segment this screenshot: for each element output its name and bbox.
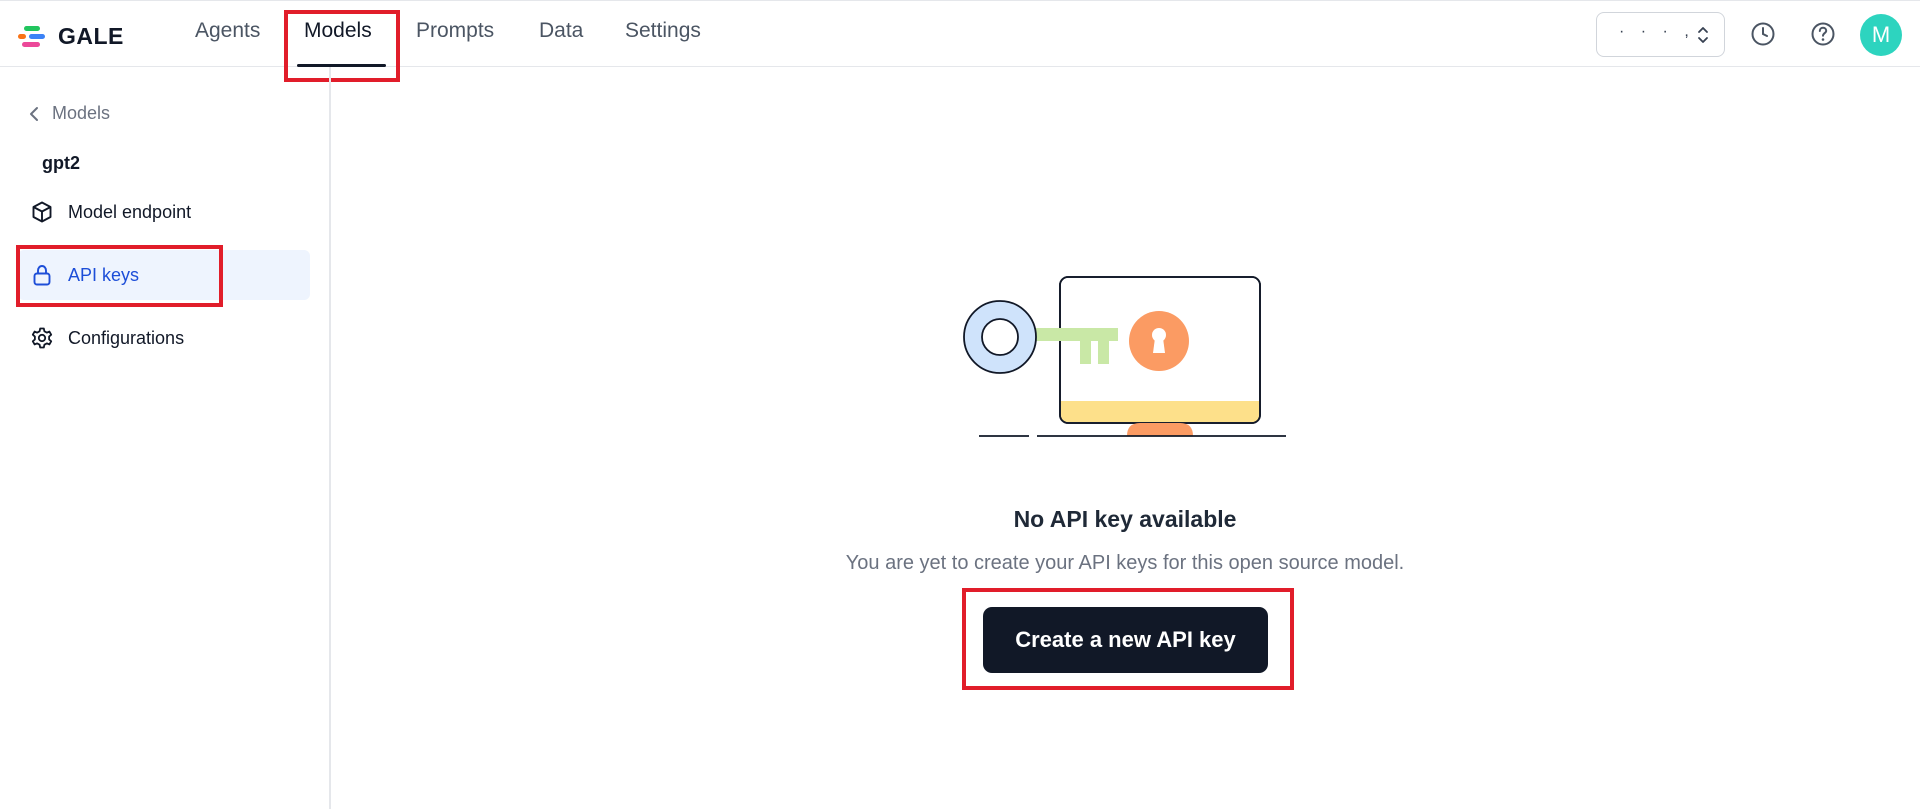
help-icon[interactable] <box>1809 20 1837 48</box>
chevron-up-down-icon <box>1698 27 1708 43</box>
sidebar-item-model-endpoint[interactable]: Model endpoint <box>18 187 310 237</box>
api-key-empty-illustration <box>963 276 1286 437</box>
create-api-key-button[interactable]: Create a new API key <box>983 607 1268 673</box>
gale-logo-icon <box>18 25 48 48</box>
history-icon[interactable] <box>1749 20 1777 48</box>
tab-models[interactable]: Models <box>304 19 372 43</box>
sidebar-item-api-keys[interactable]: API keys <box>18 250 310 300</box>
workspace-selector-value: · · · , <box>1619 23 1695 40</box>
app-logo[interactable]: GALE <box>18 23 124 50</box>
tab-agents[interactable]: Agents <box>195 19 260 43</box>
workspace-selector[interactable]: · · · , <box>1596 12 1725 57</box>
logo-text: GALE <box>58 23 124 49</box>
tab-prompts[interactable]: Prompts <box>416 19 494 43</box>
tab-data[interactable]: Data <box>539 19 583 43</box>
lock-icon <box>33 265 51 286</box>
model-name: gpt2 <box>42 153 80 173</box>
back-to-models-link[interactable]: Models <box>28 103 110 124</box>
chevron-left-icon <box>30 106 38 121</box>
sidebar-item-label: Model endpoint <box>68 201 192 222</box>
gear-icon <box>31 327 53 349</box>
model-sidebar: Models gpt2 Model endpoint API keys Conf… <box>0 67 331 809</box>
back-link-label: Models <box>52 103 111 123</box>
sidebar-item-label: Configurations <box>68 327 185 348</box>
empty-state-subtitle: You are yet to create your API keys for … <box>845 552 1405 574</box>
top-navigation-bar: GALE Agents Models Prompts Data Settings… <box>0 0 1920 67</box>
empty-state-title: No API key available <box>1013 506 1237 532</box>
cube-icon <box>32 201 52 223</box>
user-avatar[interactable]: M <box>1860 14 1902 56</box>
sidebar-item-label: API keys <box>68 264 140 285</box>
tab-settings[interactable]: Settings <box>625 19 701 43</box>
sidebar-item-configurations[interactable]: Configurations <box>18 313 310 363</box>
